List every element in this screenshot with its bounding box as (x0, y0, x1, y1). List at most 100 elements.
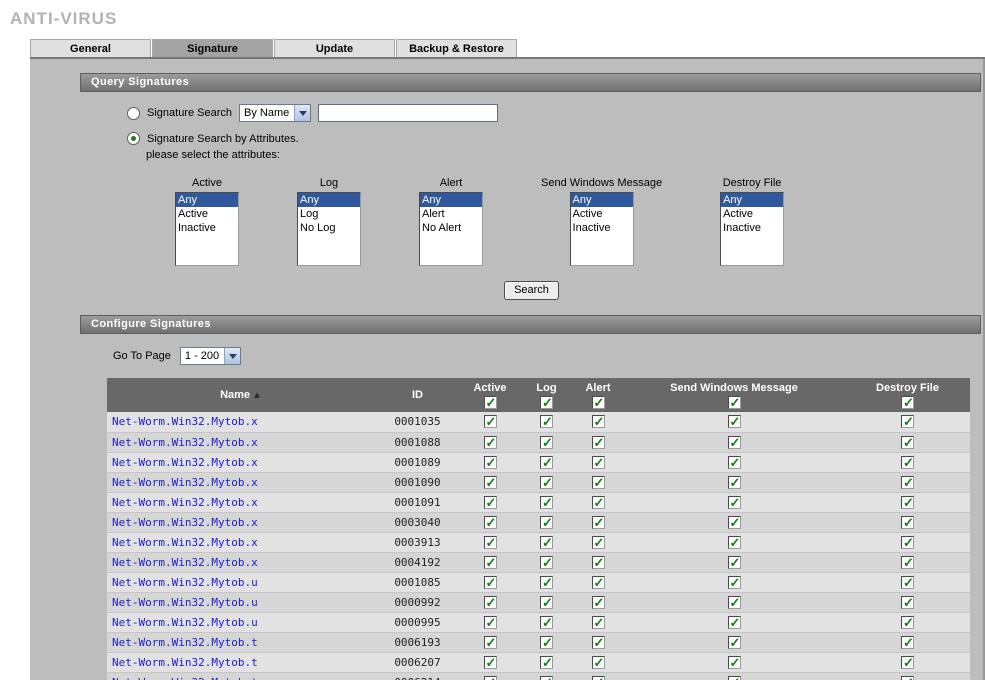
destroy-file-checkbox[interactable] (901, 555, 914, 571)
log-checkbox[interactable] (540, 475, 553, 491)
log-checkbox[interactable] (540, 455, 553, 471)
send-windows-message-checkbox[interactable] (727, 515, 741, 531)
log-checkbox[interactable] (540, 555, 553, 571)
signature-name-link[interactable]: Net-Worm.Win32.Mytob.x (112, 436, 258, 449)
active-checkbox[interactable] (483, 414, 497, 430)
send-windows-message-checkbox[interactable] (591, 435, 605, 451)
log-checkbox[interactable] (540, 615, 553, 631)
log-checkbox[interactable] (540, 535, 553, 551)
active-checkbox[interactable] (483, 555, 497, 571)
signature-search-radio[interactable] (127, 106, 140, 120)
listbox[interactable]: Any Active Inactive (569, 192, 634, 266)
listbox-option[interactable]: No Alert (420, 221, 482, 235)
listbox-option[interactable]: Inactive (571, 221, 633, 235)
column-header-id[interactable]: ID (375, 378, 460, 412)
listbox[interactable]: Any Alert No Alert (419, 192, 483, 266)
log-checkbox[interactable] (540, 495, 553, 511)
send-windows-message-checkbox[interactable] (591, 655, 605, 671)
send-windows-message-checkbox[interactable] (591, 535, 605, 551)
signature-name-link[interactable]: Net-Worm.Win32.Mytob.u (112, 596, 258, 609)
destroy-file-checkbox[interactable] (901, 635, 914, 651)
active-checkbox[interactable] (483, 655, 497, 671)
signature-name-link[interactable]: Net-Worm.Win32.Mytob.x (112, 516, 258, 529)
listbox-option[interactable]: Any (570, 193, 633, 207)
send-windows-message-checkbox[interactable] (727, 675, 741, 680)
log-checkbox[interactable] (540, 414, 553, 430)
active-checkbox[interactable] (483, 495, 497, 511)
listbox-option[interactable]: Any (298, 193, 360, 207)
destroy-file-checkbox[interactable] (901, 475, 914, 491)
send-windows-message-checkbox[interactable] (591, 635, 605, 651)
listbox-option[interactable]: Any (420, 193, 482, 207)
destroy-file-checkbox[interactable] (901, 655, 914, 671)
active-checkbox[interactable] (483, 455, 497, 471)
send-windows-message-checkbox[interactable] (727, 655, 741, 671)
listbox-option[interactable]: Inactive (721, 221, 783, 235)
send-windows-message-checkbox[interactable] (727, 414, 741, 430)
signature-search-input[interactable] (318, 104, 499, 122)
select-all-log-checkbox[interactable] (540, 395, 553, 411)
listbox-option[interactable]: Active (571, 207, 633, 221)
destroy-file-checkbox[interactable] (901, 675, 914, 680)
listbox-option[interactable]: Inactive (176, 221, 238, 235)
destroy-file-checkbox[interactable] (901, 495, 914, 511)
listbox-option[interactable]: Alert (420, 207, 482, 221)
active-checkbox[interactable] (483, 515, 497, 531)
listbox-option[interactable]: Active (721, 207, 783, 221)
listbox-option[interactable]: Any (721, 193, 784, 207)
signature-name-link[interactable]: Net-Worm.Win32.Mytob.x (112, 415, 258, 428)
active-checkbox[interactable] (483, 435, 497, 451)
tab-update[interactable]: Update (274, 39, 395, 57)
active-checkbox[interactable] (483, 575, 497, 591)
active-checkbox[interactable] (483, 675, 497, 680)
destroy-file-checkbox[interactable] (901, 414, 914, 430)
signature-name-link[interactable]: Net-Worm.Win32.Mytob.x (112, 476, 258, 489)
active-checkbox[interactable] (483, 535, 497, 551)
listbox[interactable]: Any Log No Log (297, 192, 361, 266)
signature-name-link[interactable]: Net-Worm.Win32.Mytob.u (112, 576, 258, 589)
destroy-file-checkbox[interactable] (901, 535, 914, 551)
send-windows-message-checkbox[interactable] (591, 455, 605, 471)
send-windows-message-checkbox[interactable] (727, 535, 741, 551)
tab-signature[interactable]: Signature (152, 39, 273, 57)
search-by-select[interactable]: By Name (239, 104, 312, 122)
signature-name-link[interactable]: Net-Worm.Win32.Mytob.x (112, 456, 258, 469)
destroy-file-checkbox[interactable] (901, 515, 914, 531)
send-windows-message-checkbox[interactable] (727, 555, 741, 571)
select-all-swm-checkbox[interactable] (727, 395, 741, 411)
listbox-option[interactable]: No Log (298, 221, 360, 235)
chevron-down-icon[interactable] (224, 348, 241, 364)
send-windows-message-checkbox[interactable] (727, 435, 741, 451)
log-checkbox[interactable] (540, 675, 553, 680)
signature-name-link[interactable]: Net-Worm.Win32.Mytob.t (112, 656, 258, 669)
log-checkbox[interactable] (540, 635, 553, 651)
send-windows-message-checkbox[interactable] (727, 475, 741, 491)
signature-name-link[interactable]: Net-Worm.Win32.Mytob.x (112, 556, 258, 569)
send-windows-message-checkbox[interactable] (591, 495, 605, 511)
select-all-destroy-checkbox[interactable] (901, 395, 914, 411)
send-windows-message-checkbox[interactable] (591, 414, 605, 430)
listbox[interactable]: Any Active Inactive (720, 192, 785, 266)
signature-name-link[interactable]: Net-Worm.Win32.Mytob.x (112, 536, 258, 549)
send-windows-message-checkbox[interactable] (591, 615, 605, 631)
destroy-file-checkbox[interactable] (901, 435, 914, 451)
send-windows-message-checkbox[interactable] (727, 575, 741, 591)
chevron-down-icon[interactable] (294, 105, 311, 121)
send-windows-message-checkbox[interactable] (591, 475, 605, 491)
column-header-name[interactable]: Name ▲ (107, 378, 375, 412)
log-checkbox[interactable] (540, 515, 553, 531)
tab-general[interactable]: General (30, 39, 151, 57)
search-button[interactable]: Search (504, 281, 559, 300)
send-windows-message-checkbox[interactable] (727, 635, 741, 651)
signature-name-link[interactable]: Net-Worm.Win32.Mytob.t (112, 636, 258, 649)
log-checkbox[interactable] (540, 595, 553, 611)
send-windows-message-checkbox[interactable] (727, 455, 741, 471)
destroy-file-checkbox[interactable] (901, 615, 914, 631)
destroy-file-checkbox[interactable] (901, 575, 914, 591)
listbox-option[interactable]: Active (176, 207, 238, 221)
send-windows-message-checkbox[interactable] (727, 615, 741, 631)
signature-name-link[interactable]: Net-Worm.Win32.Mytob.x (112, 496, 258, 509)
listbox[interactable]: Any Active Inactive (175, 192, 239, 266)
log-checkbox[interactable] (540, 655, 553, 671)
active-checkbox[interactable] (483, 475, 497, 491)
